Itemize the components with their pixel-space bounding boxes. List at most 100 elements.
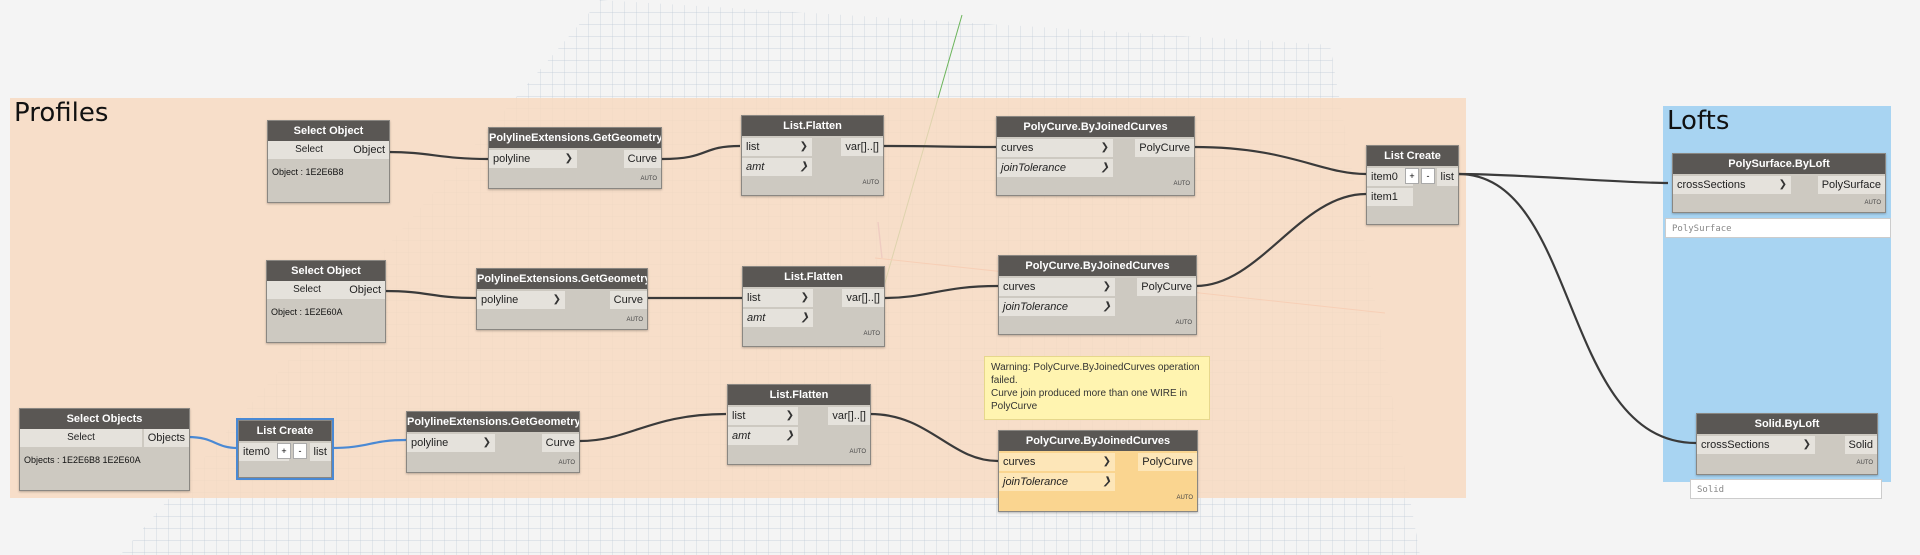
list-create-node-small[interactable]: List Create item0 + - list: [236, 418, 334, 480]
get-geometry-node-3[interactable]: PolylineExtensions.GetGeometry polyline ❯…: [406, 411, 580, 473]
chevron-right-icon: ❯: [552, 294, 561, 305]
node-title: PolylineExtensions.GetGeometry: [407, 412, 579, 432]
polysurface-preview[interactable]: PolySurface: [1665, 218, 1891, 238]
chevron-right-icon: ❯: [1102, 476, 1111, 487]
warning-text-line: Warning: PolyCurve.ByJoinedCurves operat…: [991, 362, 1200, 373]
warning-tooltip: Warning: PolyCurve.ByJoinedCurves operat…: [984, 356, 1210, 420]
lacing-label: AUTO: [862, 180, 879, 186]
remove-input-button[interactable]: -: [1421, 168, 1435, 184]
input-port-curves[interactable]: curves ❯: [997, 139, 1113, 157]
node-title: List Create: [1367, 146, 1458, 166]
select-objects-node[interactable]: Select Objects Select Objects Objects : …: [19, 408, 190, 491]
input-port-curves[interactable]: curves ❯: [999, 278, 1115, 296]
input-label: item0: [1371, 171, 1398, 183]
input-port-list[interactable]: list ❯: [728, 407, 798, 425]
node-title: List.Flatten: [728, 385, 870, 405]
output-port-curve[interactable]: Curve: [541, 434, 579, 452]
lacing-label: AUTO: [1856, 460, 1873, 466]
output-port-polysurface[interactable]: PolySurface: [1817, 176, 1885, 194]
list-flatten-node-3[interactable]: List.Flatten list ❯ var[]..[] amt ❯ AUTO: [727, 384, 871, 465]
chevron-right-icon: ❯: [799, 141, 808, 152]
input-port-join-tolerance[interactable]: joinTolerance ❯: [999, 298, 1115, 316]
output-port-var[interactable]: var[]..[]: [841, 138, 883, 156]
input-label: crossSections: [1701, 439, 1770, 451]
polysurface-byloft-node[interactable]: PolySurface.ByLoft crossSections ❯ PolySu…: [1672, 153, 1886, 213]
input-port-polyline[interactable]: polyline ❯: [477, 291, 565, 309]
input-label: list: [732, 410, 746, 422]
input-label: polyline: [481, 294, 519, 306]
chevron-right-icon: ❯: [1102, 301, 1111, 312]
input-port-amt[interactable]: amt ❯: [728, 427, 798, 445]
add-input-button[interactable]: +: [277, 443, 291, 459]
chevron-right-icon: ❯: [1102, 281, 1111, 292]
input-label: item1: [1371, 191, 1398, 203]
input-port-amt[interactable]: amt ❯: [743, 309, 813, 327]
chevron-right-icon: ❯: [1100, 142, 1109, 153]
polycurve-node-1[interactable]: PolyCurve.ByJoinedCurves curves ❯ PolyCur…: [996, 116, 1195, 196]
input-port-join-tolerance[interactable]: joinTolerance ❯: [997, 159, 1113, 177]
input-label: joinTolerance: [1003, 301, 1069, 313]
list-create-node-main[interactable]: List Create item0 + - list item1: [1366, 145, 1459, 225]
select-object-node-1[interactable]: Select Object Select Object Object : 1E2…: [267, 120, 390, 203]
solid-preview[interactable]: Solid: [1690, 479, 1882, 499]
warning-text-line: failed.: [991, 375, 1018, 386]
lacing-label: AUTO: [558, 460, 575, 466]
add-input-button[interactable]: +: [1405, 168, 1419, 184]
output-port-polycurve[interactable]: PolyCurve: [1135, 139, 1194, 157]
input-port-amt[interactable]: amt ❯: [742, 158, 812, 176]
list-flatten-node-2[interactable]: List.Flatten list ❯ var[]..[] amt ❯ AUTO: [742, 266, 885, 347]
output-port-curve[interactable]: Curve: [623, 150, 661, 168]
node-title: PolySurface.ByLoft: [1673, 154, 1885, 174]
input-port-polyline[interactable]: polyline ❯: [407, 434, 495, 452]
lacing-label: AUTO: [1175, 320, 1192, 326]
output-port-curve[interactable]: Curve: [609, 291, 647, 309]
input-port-join-tolerance[interactable]: joinTolerance ❯: [999, 473, 1115, 491]
output-port-polycurve[interactable]: PolyCurve: [1137, 278, 1196, 296]
chevron-right-icon: ❯: [785, 410, 794, 421]
node-title: List.Flatten: [743, 267, 884, 287]
get-geometry-node-1[interactable]: PolylineExtensions.GetGeometry polyline ❯…: [488, 127, 662, 189]
input-port-curves[interactable]: curves ❯: [999, 453, 1115, 471]
input-port-cross-sections[interactable]: crossSections ❯: [1673, 176, 1791, 194]
select-button[interactable]: Select: [267, 281, 347, 299]
select-button[interactable]: Select: [20, 429, 142, 447]
solid-byloft-node[interactable]: Solid.ByLoft crossSections ❯ Solid AUTO: [1696, 413, 1878, 475]
lacing-label: AUTO: [863, 331, 880, 337]
list-flatten-node-1[interactable]: List.Flatten list ❯ var[]..[] amt ❯ AUTO: [741, 115, 884, 196]
input-port-list[interactable]: list ❯: [742, 138, 812, 156]
selected-object-value: Object : 1E2E60A: [271, 307, 343, 317]
polycurve-node-3-warning[interactable]: PolyCurve.ByJoinedCurves curves ❯ PolyCur…: [998, 430, 1198, 512]
node-title: PolyCurve.ByJoinedCurves: [999, 256, 1196, 276]
input-label: polyline: [493, 153, 531, 165]
wire: [1457, 172, 1697, 445]
lacing-label: AUTO: [626, 317, 643, 323]
chevron-right-icon: ❯: [785, 430, 794, 441]
output-port-var[interactable]: var[]..[]: [842, 289, 884, 307]
select-button[interactable]: Select: [268, 141, 350, 159]
output-port-object[interactable]: Object: [345, 281, 385, 299]
node-title: Select Object: [268, 121, 389, 141]
input-port-item1[interactable]: item1: [1367, 188, 1413, 206]
output-port-list[interactable]: list: [1436, 168, 1458, 186]
get-geometry-node-2[interactable]: PolylineExtensions.GetGeometry polyline ❯…: [476, 268, 648, 330]
lofts-group-title: Lofts: [1667, 106, 1730, 136]
node-title: List Create: [239, 421, 331, 441]
input-port-polyline[interactable]: polyline ❯: [489, 150, 577, 168]
output-port-object[interactable]: Object: [349, 141, 389, 159]
output-port-objects[interactable]: Objects: [143, 429, 189, 447]
input-label: curves: [1003, 281, 1036, 293]
node-title: Select Objects: [20, 409, 189, 429]
remove-input-button[interactable]: -: [293, 443, 307, 459]
output-port-list[interactable]: list: [309, 443, 331, 461]
input-label: list: [746, 141, 760, 153]
chevron-right-icon: ❯: [1802, 439, 1811, 450]
input-port-list[interactable]: list ❯: [743, 289, 813, 307]
input-label: joinTolerance: [1003, 476, 1069, 488]
output-port-polycurve[interactable]: PolyCurve: [1138, 453, 1197, 471]
lacing-label: AUTO: [1173, 181, 1190, 187]
polycurve-node-2[interactable]: PolyCurve.ByJoinedCurves curves ❯ PolyCur…: [998, 255, 1197, 335]
output-port-solid[interactable]: Solid: [1844, 436, 1877, 454]
select-object-node-2[interactable]: Select Object Select Object Object : 1E2…: [266, 260, 386, 343]
input-port-cross-sections[interactable]: crossSections ❯: [1697, 436, 1815, 454]
output-port-var[interactable]: var[]..[]: [828, 407, 870, 425]
